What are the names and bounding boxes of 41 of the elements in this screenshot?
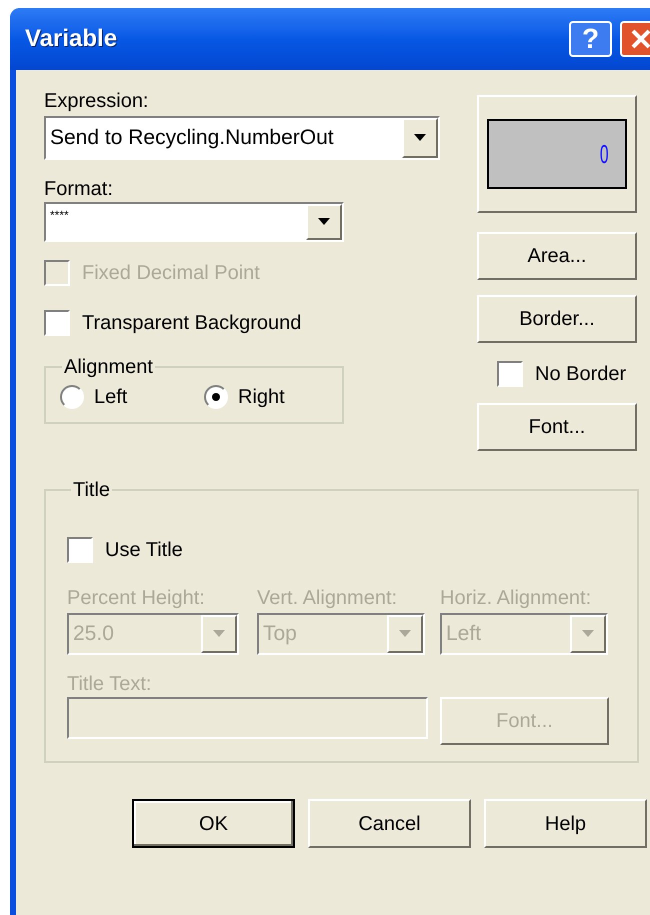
dropdown-field: Left: [440, 613, 608, 655]
checkbox[interactable]: [44, 310, 70, 336]
push-button[interactable]: Area...: [477, 232, 637, 280]
radio-button[interactable]: [204, 385, 228, 409]
field-label: Title Text:: [67, 672, 152, 695]
dropdown-button[interactable]: [306, 204, 342, 240]
push-button[interactable]: Font...: [477, 403, 637, 451]
dropdown-field: Top: [257, 613, 425, 655]
field-label: Vert. Alignment:: [257, 586, 398, 611]
dropdown-button[interactable]: [402, 118, 438, 158]
close-icon: [630, 28, 650, 50]
checkbox-label: Use Title: [105, 538, 183, 563]
push-button[interactable]: OK: [132, 799, 295, 848]
field-label: Expression:: [44, 89, 150, 114]
push-button[interactable]: Help: [484, 799, 647, 848]
push-button[interactable]: Border...: [477, 295, 637, 343]
dropdown-field[interactable]: ****: [44, 202, 344, 242]
close-button[interactable]: [620, 21, 650, 57]
checkbox-label: No Border: [535, 362, 626, 387]
field-label: Percent Height:: [67, 586, 206, 611]
caret-icon: [413, 134, 427, 142]
checkbox-label: Fixed Decimal Point: [82, 261, 260, 286]
field-label: Format:: [44, 177, 114, 202]
group-label: Alignment: [63, 355, 154, 380]
radio-button[interactable]: [60, 385, 84, 409]
radio-label: Left: [94, 385, 128, 410]
window-title: Variable: [25, 24, 118, 54]
push-button[interactable]: Cancel: [308, 799, 471, 848]
help-button[interactable]: ?: [569, 21, 612, 57]
group-label: Title: [72, 478, 112, 503]
radio-label: Right: [238, 385, 285, 410]
caret-icon: [398, 630, 412, 638]
dropdown-field[interactable]: Send to Recycling.NumberOut: [44, 116, 440, 160]
caret-icon: [317, 218, 331, 226]
caret-icon: [212, 630, 226, 638]
caret-icon: [581, 630, 595, 638]
dropdown-field: 25.0: [67, 613, 239, 655]
checkbox[interactable]: [497, 361, 523, 387]
preview-value: 0: [599, 138, 608, 170]
field-label: Horiz. Alignment:: [440, 586, 592, 611]
checkbox-label: Transparent Background: [82, 311, 302, 336]
